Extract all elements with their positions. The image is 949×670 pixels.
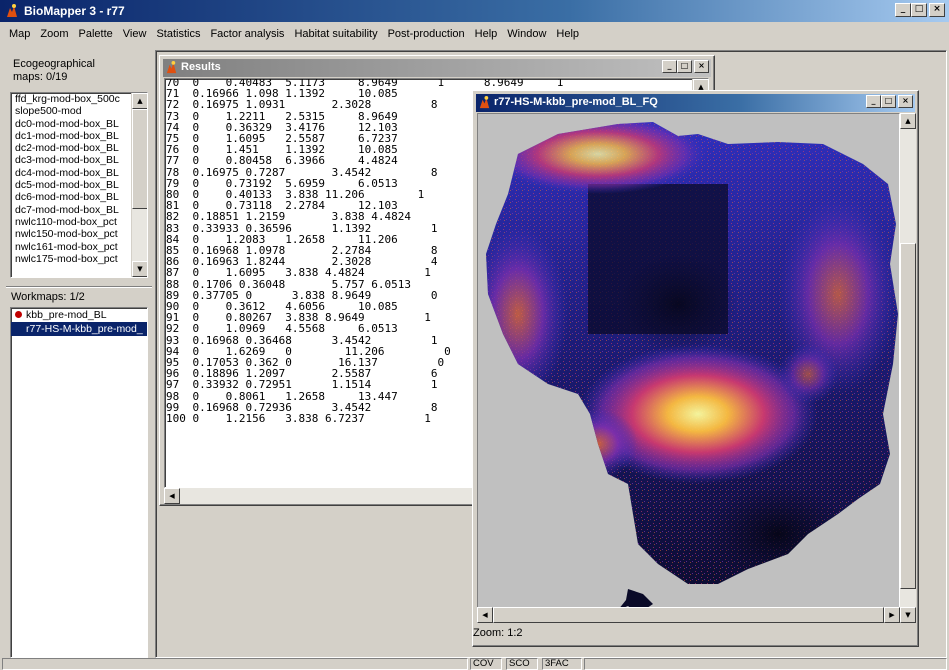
list-item[interactable]: dc4-mod-mod-box_BL	[11, 167, 147, 179]
ecogeo-count: maps: 0/19	[13, 71, 68, 83]
maximize-button[interactable]: □	[911, 3, 927, 17]
map-window-controls: _ □ ×	[866, 95, 913, 108]
menu-post-production[interactable]: Post-production	[383, 28, 470, 40]
status-main	[2, 658, 468, 670]
biomapper-app-icon	[7, 4, 17, 17]
list-item-selected[interactable]: r77-HS-M-kbb_pre-mod_	[11, 322, 147, 336]
zoom-readout: Zoom: 1:2	[473, 627, 523, 639]
map-vertical-scrollbar[interactable]: ▲ ▼	[900, 113, 916, 623]
app-window-controls: _ □ ×	[895, 3, 945, 17]
list-item[interactable]: slope500-mod	[11, 105, 147, 117]
menu-window[interactable]: Window	[502, 28, 551, 40]
results-title: Results	[181, 61, 221, 73]
list-item[interactable]: ffd_krg-mod-box_500c	[11, 93, 147, 105]
list-item[interactable]: dc2-mod-mod-box_BL	[11, 142, 147, 154]
menubar: Map Zoom Palette View Statistics Factor …	[0, 22, 949, 46]
menu-help-2[interactable]: Help	[551, 28, 584, 40]
ecogeo-list-scrollbar[interactable]: ▲ ▼	[131, 93, 147, 277]
list-item[interactable]: dc7-mod-mod-box_BL	[11, 204, 147, 216]
menu-zoom[interactable]: Zoom	[35, 28, 73, 40]
menu-map[interactable]: Map	[4, 28, 35, 40]
ecogeo-label: Ecogeographical	[13, 58, 95, 70]
scrollbar-thumb[interactable]	[132, 109, 147, 209]
list-item[interactable]: kbb_pre-mod_BL	[11, 308, 147, 322]
habitat-suitability-map[interactable]	[477, 113, 900, 623]
list-item[interactable]: dc3-mod-mod-box_BL	[11, 154, 147, 166]
list-item[interactable]: nwlc110-mod-box_pct	[11, 216, 147, 228]
map-window[interactable]: r77-HS-M-kbb_pre-mod_BL_FQ _ □ × ▲ ▼ ◀ ▶…	[472, 90, 919, 647]
minimize-button[interactable]: _	[662, 60, 677, 73]
minimize-button[interactable]: _	[866, 95, 881, 108]
menu-palette[interactable]: Palette	[74, 28, 118, 40]
list-item[interactable]: dc5-mod-mod-box_BL	[11, 179, 147, 191]
status-cov: COV	[470, 658, 502, 670]
scrollbar-thumb[interactable]	[493, 607, 884, 623]
ecogeo-maps-list[interactable]: ffd_krg-mod-box_500c slope500-mod dc0-mo…	[10, 92, 148, 278]
status-extra	[584, 658, 947, 670]
maximize-button[interactable]: □	[677, 60, 692, 73]
app-title-bar[interactable]: BioMapper 3 - r77 _ □ ×	[0, 0, 949, 22]
biomapper-app-icon	[166, 60, 177, 74]
workmaps-list[interactable]: kbb_pre-mod_BL r77-HS-M-kbb_pre-mod_	[10, 307, 148, 658]
list-item[interactable]: dc0-mod-mod-box_BL	[11, 118, 147, 130]
scroll-left-icon[interactable]: ◀	[477, 607, 493, 623]
workmap-name: r77-HS-M-kbb_pre-mod_	[26, 323, 143, 335]
menu-statistics[interactable]: Statistics	[151, 28, 205, 40]
status-3fac: 3FAC	[542, 658, 582, 670]
list-item[interactable]: nwlc150-mod-box_pct	[11, 228, 147, 240]
map-horizontal-scrollbar[interactable]: ◀ ▶	[477, 607, 900, 623]
workmap-name: kbb_pre-mod_BL	[26, 309, 107, 321]
menu-factor-analysis[interactable]: Factor analysis	[205, 28, 289, 40]
scroll-down-icon[interactable]: ▼	[900, 607, 916, 623]
list-item[interactable]: dc1-mod-mod-box_BL	[11, 130, 147, 142]
map-title-bar[interactable]: r77-HS-M-kbb_pre-mod_BL_FQ _ □ ×	[476, 94, 915, 112]
menu-habitat-suitability[interactable]: Habitat suitability	[289, 28, 382, 40]
active-map-dot-icon	[15, 311, 22, 318]
map-raster	[478, 114, 899, 622]
close-button[interactable]: ×	[929, 3, 945, 17]
biomapper-app-icon	[479, 95, 490, 109]
menu-help[interactable]: Help	[470, 28, 503, 40]
scrollbar-thumb[interactable]	[900, 243, 916, 589]
scroll-down-icon[interactable]: ▼	[132, 261, 147, 277]
scroll-left-icon[interactable]: ◀	[164, 488, 180, 504]
panel-divider[interactable]	[6, 286, 152, 288]
status-bar: COV SCO 3FAC	[0, 658, 949, 670]
scroll-up-icon[interactable]: ▲	[900, 113, 916, 129]
workmaps-label: Workmaps: 1/2	[11, 291, 85, 303]
minimize-button[interactable]: _	[895, 3, 911, 17]
app-title: BioMapper 3 - r77	[24, 4, 125, 18]
list-item[interactable]: nwlc161-mod-box_pct	[11, 241, 147, 253]
list-item[interactable]: nwlc175-mod-box_pct	[11, 253, 147, 265]
close-button[interactable]: ×	[694, 60, 709, 73]
status-sco: SCO	[506, 658, 538, 670]
list-item[interactable]: dc6-mod-mod-box_BL	[11, 191, 147, 203]
scroll-right-icon[interactable]: ▶	[884, 607, 900, 623]
close-button[interactable]: ×	[898, 95, 913, 108]
map-title: r77-HS-M-kbb_pre-mod_BL_FQ	[494, 96, 658, 108]
scroll-up-icon[interactable]: ▲	[132, 93, 147, 109]
maximize-button[interactable]: □	[881, 95, 896, 108]
results-window-controls: _ □ ×	[662, 60, 709, 73]
menu-view[interactable]: View	[118, 28, 152, 40]
results-title-bar[interactable]: Results _ □ ×	[163, 59, 711, 77]
